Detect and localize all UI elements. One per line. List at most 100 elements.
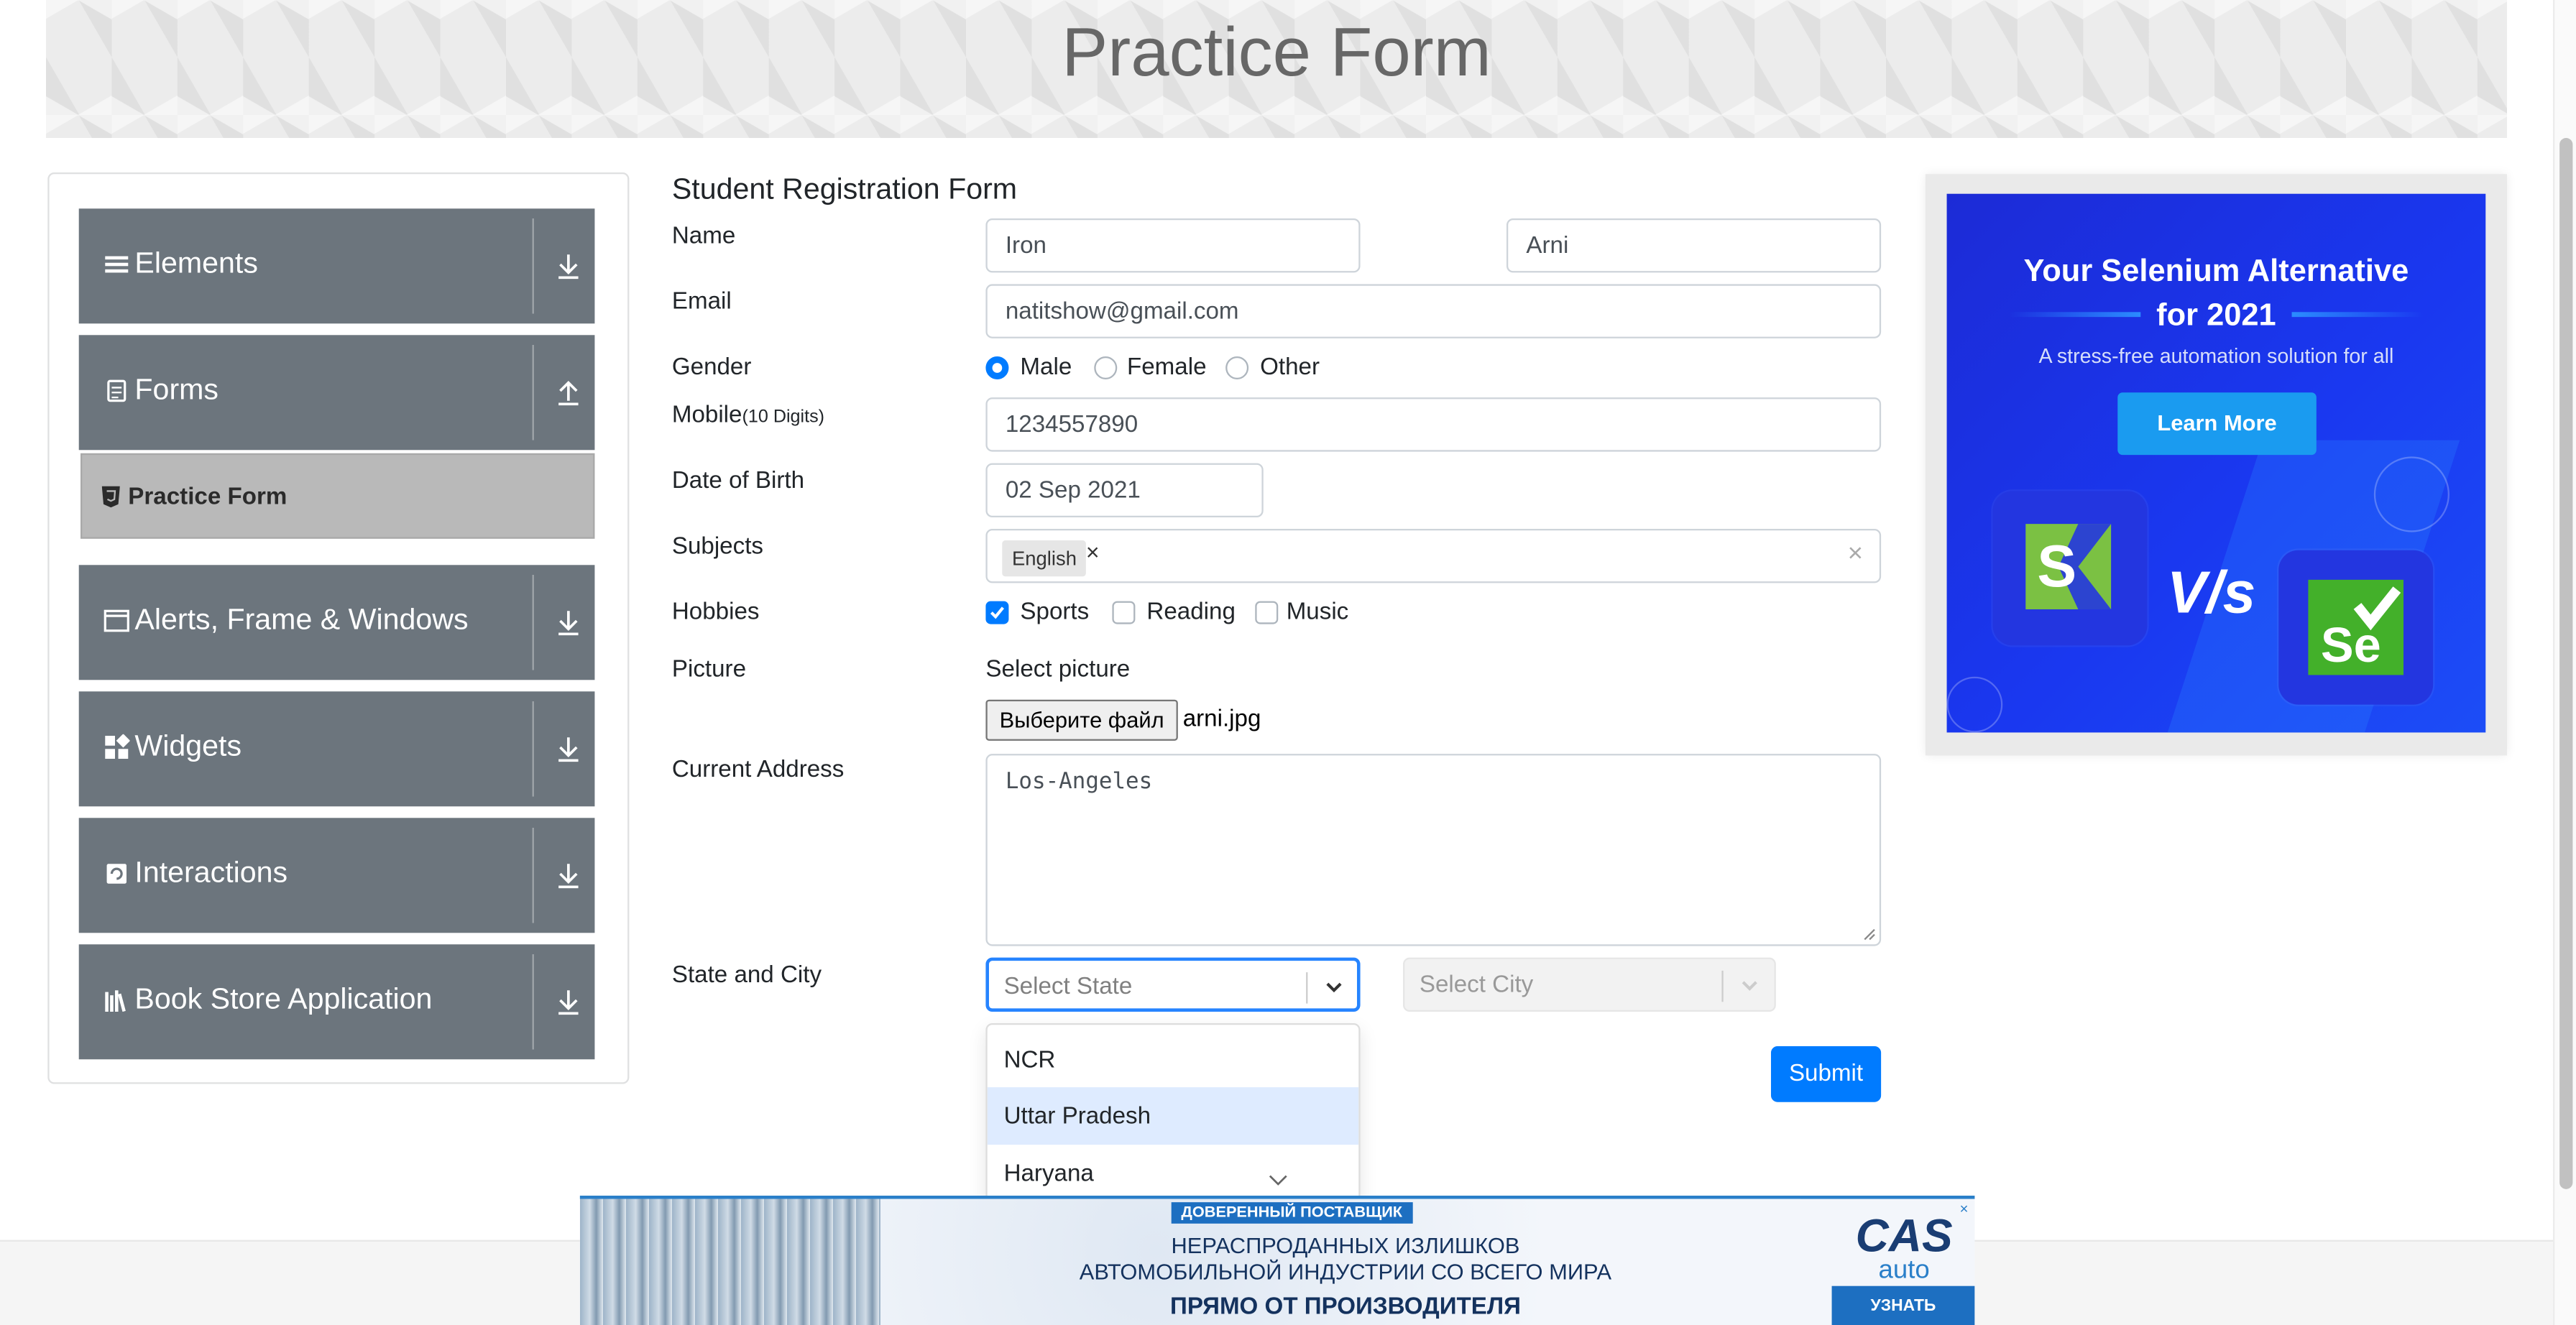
- ad-headline: Your Selenium Alternative for 2021: [1947, 249, 2486, 338]
- scroll-down-icon[interactable]: [1269, 1174, 1288, 1187]
- last-name-input[interactable]: Arni: [1506, 218, 1882, 273]
- sidebar-group-widgets[interactable]: Widgets: [78, 691, 595, 807]
- city-select[interactable]: Select City: [1402, 957, 1776, 1012]
- selenium-logo-icon: Se: [2308, 579, 2404, 675]
- subject-remove-icon[interactable]: ×: [1086, 539, 1100, 565]
- chevron-down-icon: [1742, 981, 1757, 991]
- download-arrow-icon[interactable]: [556, 608, 582, 637]
- state-placeholder: Select State: [1003, 974, 1133, 1000]
- widgets-icon: [105, 734, 130, 759]
- gender-male-radio[interactable]: [985, 356, 1009, 379]
- ad-cars-image: [579, 1199, 881, 1325]
- download-arrow-icon[interactable]: [556, 734, 582, 764]
- state-select[interactable]: Select State: [985, 957, 1361, 1012]
- sidebar-group-book-store[interactable]: Book Store Application: [78, 944, 595, 1060]
- hobby-sports-label[interactable]: Sports: [1020, 599, 1089, 626]
- submit-button[interactable]: Submit: [1770, 1045, 1882, 1102]
- books-icon: [105, 990, 126, 1012]
- download-arrow-icon[interactable]: [556, 861, 582, 890]
- download-arrow-icon[interactable]: [556, 251, 582, 281]
- hobby-music-label[interactable]: Music: [1287, 599, 1349, 626]
- email-label: Email: [671, 289, 732, 315]
- current-address-label: Current Address: [671, 757, 845, 784]
- state-option-haryana[interactable]: Haryana: [988, 1145, 1359, 1202]
- gender-other-label[interactable]: Other: [1260, 355, 1320, 382]
- hobby-sports-checkbox[interactable]: [985, 601, 1009, 624]
- sidebar-group-alerts[interactable]: Alerts, Frame & Windows: [78, 565, 595, 680]
- page-scrollbar[interactable]: [2552, 0, 2576, 1325]
- gender-female-label[interactable]: Female: [1127, 355, 1207, 382]
- versus-label: V/s: [2166, 558, 2256, 626]
- selenium-ad[interactable]: Your Selenium Alternative for 2021 A str…: [1946, 193, 2486, 733]
- subject-chip-label: English: [1011, 547, 1077, 571]
- name-label: Name: [671, 223, 736, 250]
- divider: [532, 827, 534, 923]
- html5-icon: [101, 486, 120, 508]
- logo-bottom-text: auto: [1879, 1254, 1930, 1281]
- upload-arrow-icon[interactable]: [556, 378, 582, 407]
- sidebar-item-label: Practice Form: [128, 484, 288, 511]
- logo-left-letter: S: [2037, 534, 2076, 599]
- choose-file-button[interactable]: Выберите файл: [985, 699, 1178, 741]
- learn-more-button[interactable]: Learn More: [2117, 392, 2317, 456]
- picture-caption: Select picture: [985, 657, 1131, 683]
- sidebar-item-practice-form[interactable]: Practice Form: [80, 453, 595, 539]
- sidebar-group-forms[interactable]: Forms: [78, 335, 595, 451]
- header-banner: Practice Form: [45, 0, 2507, 138]
- bottom-ad-banner[interactable]: ДОВЕРЕННЫЙ ПОСТАВЩИК НЕРАСПРОДАННЫХ ИЗЛИ…: [579, 1195, 1975, 1325]
- state-option-uttar-pradesh[interactable]: Uttar Pradesh: [987, 1087, 1359, 1145]
- check-icon: [990, 606, 1005, 619]
- state-option-ncr[interactable]: NCR: [988, 1031, 1359, 1089]
- subject-chip: English: [1002, 540, 1087, 577]
- ad-line-2: АВТОМОБИЛЬНОЙ ИНДУСТРИИ СО ВСЕГО МИРА: [1079, 1260, 1612, 1285]
- state-city-label: State and City: [671, 962, 822, 989]
- document-icon: [107, 379, 126, 402]
- logo-right-text: Se: [2321, 617, 2381, 673]
- sidebar-group-elements[interactable]: Elements: [78, 208, 595, 324]
- sidebar-group-label: Book Store Application: [134, 982, 433, 1015]
- mobile-hint: (10 Digits): [742, 407, 825, 428]
- form-title: Student Registration Form: [671, 172, 1018, 206]
- email-input[interactable]: natitshow@gmail.com: [985, 284, 1882, 338]
- ad-headline-line-1: Your Selenium Alternative: [2023, 254, 2409, 290]
- current-address-textarea[interactable]: Los-Angeles: [985, 754, 1882, 946]
- resize-handle-icon[interactable]: [1863, 928, 1876, 941]
- dob-input[interactable]: 02 Sep 2021: [985, 463, 1264, 517]
- gender-female-radio[interactable]: [1094, 356, 1118, 379]
- mobile-label: Mobile(10 Digits): [672, 402, 824, 429]
- hobby-reading-checkbox[interactable]: [1112, 601, 1136, 624]
- list-icon: [105, 256, 129, 273]
- window-icon: [104, 609, 129, 632]
- hobby-music-checkbox[interactable]: [1255, 601, 1279, 624]
- sidebar-group-interactions[interactable]: Interactions: [78, 818, 595, 933]
- mobile-input[interactable]: 1234557890: [985, 397, 1882, 452]
- hobby-reading-label[interactable]: Reading: [1146, 599, 1235, 626]
- page: Practice Form Elements Forms Practice Fo…: [0, 0, 2576, 1325]
- subjects-input[interactable]: English × ×: [985, 528, 1882, 583]
- divider: [532, 344, 534, 440]
- divider: [532, 218, 534, 314]
- ad-divider: [2291, 312, 2424, 318]
- first-name-input[interactable]: Iron: [985, 218, 1361, 273]
- ad-divider: [2009, 312, 2141, 318]
- ad-subtitle: A stress-free automation solution for al…: [2038, 344, 2394, 368]
- picture-label: Picture: [671, 657, 747, 683]
- ad-tag: ДОВЕРЕННЫЙ ПОСТАВЩИК: [1171, 1202, 1412, 1224]
- gender-male-label[interactable]: Male: [1020, 355, 1072, 382]
- logo-tile-right: Se: [2278, 550, 2434, 705]
- page-title: Practice Form: [1062, 13, 1491, 91]
- sidebar-group-label: Interactions: [134, 855, 288, 889]
- scroll-thumb[interactable]: [2559, 137, 2573, 1189]
- close-icon[interactable]: ×: [1955, 1201, 1973, 1219]
- learn-more-ad-button[interactable]: УЗНАТЬ БОЛЬШЕ: [1831, 1285, 1975, 1325]
- divider: [532, 954, 534, 1050]
- chevron-down-icon[interactable]: [1322, 976, 1346, 999]
- clear-icon[interactable]: ×: [1848, 540, 1863, 570]
- gender-other-radio[interactable]: [1225, 356, 1249, 379]
- divider: [532, 574, 534, 670]
- divider: [1721, 970, 1724, 1002]
- code-icon: [2373, 456, 2450, 532]
- download-arrow-icon[interactable]: [556, 987, 582, 1017]
- state-dropdown-menu: NCR Uttar Pradesh Haryana: [985, 1022, 1361, 1204]
- current-address-value: Los-Angeles: [1005, 768, 1153, 795]
